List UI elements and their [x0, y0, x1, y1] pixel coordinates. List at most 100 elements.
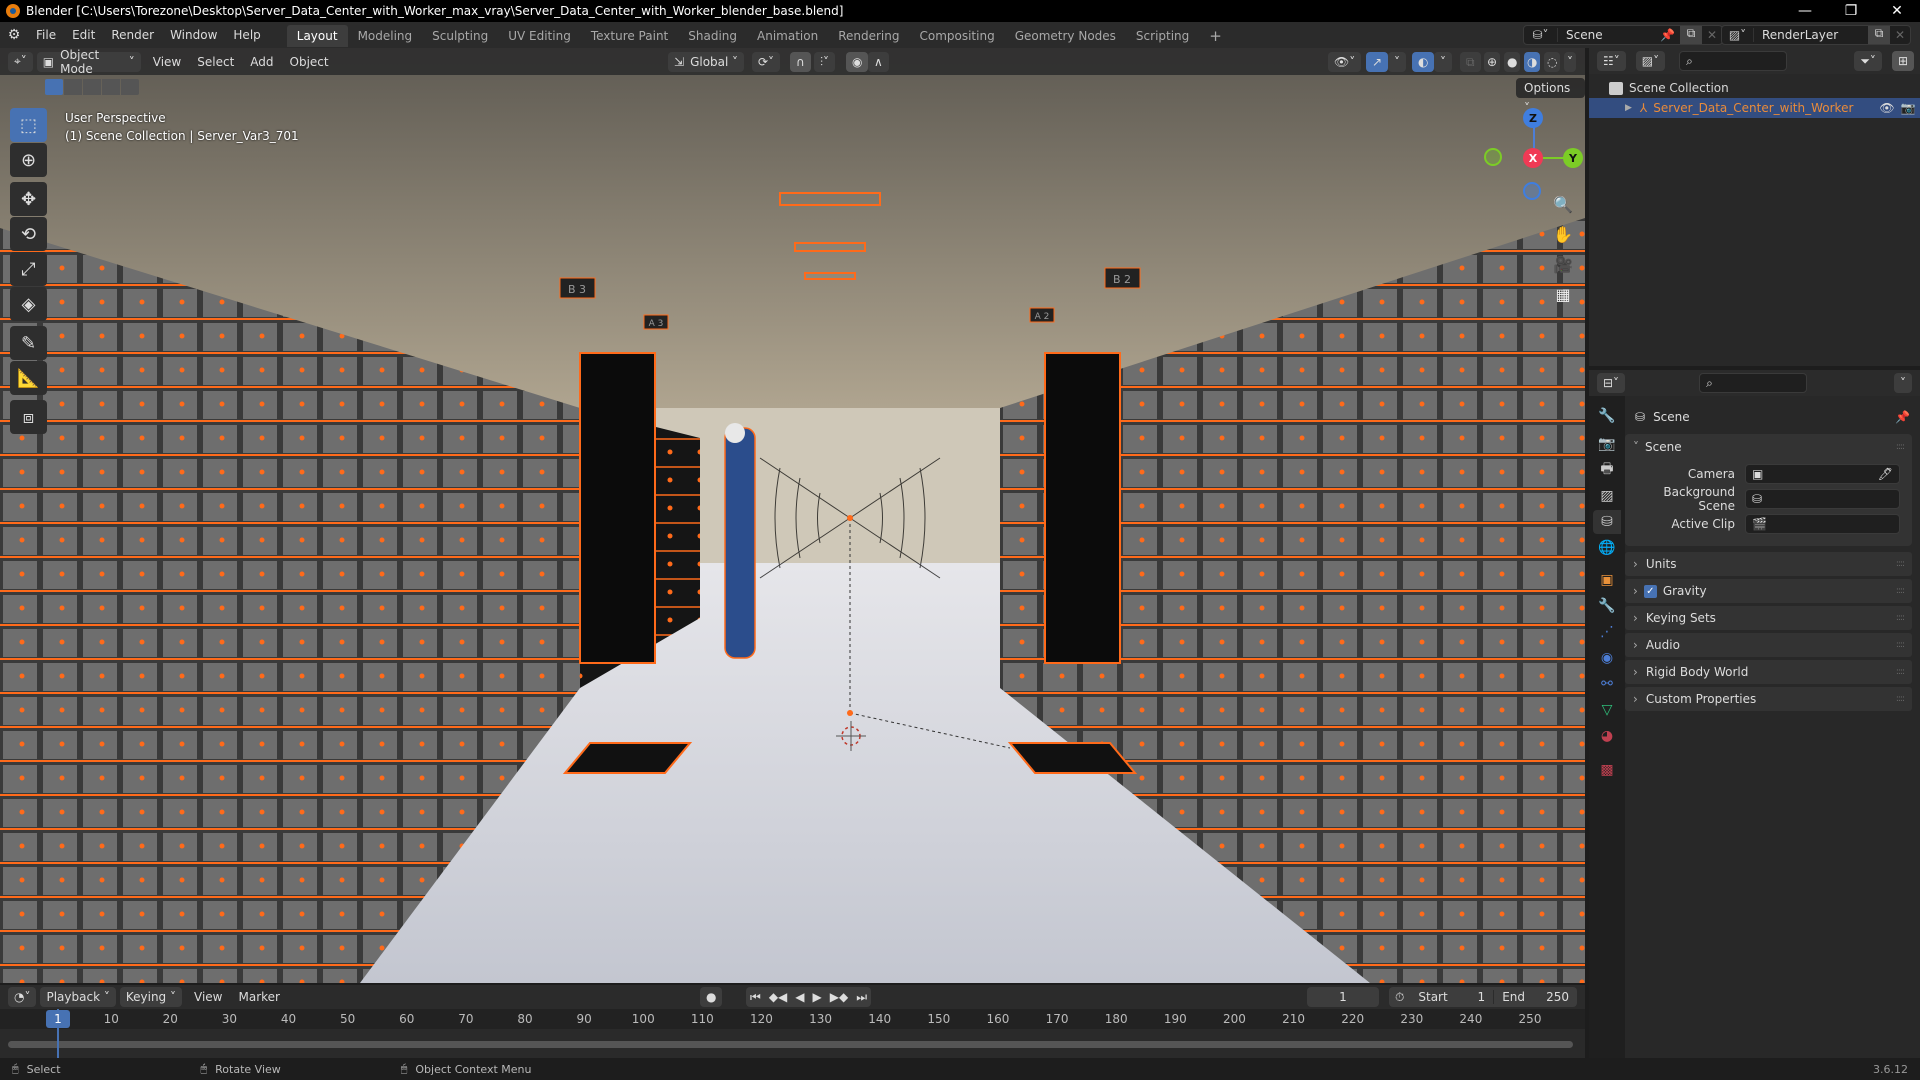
overlays-toggle[interactable]: ◐ [1412, 52, 1435, 72]
shading-rendered[interactable]: ◌ [1544, 52, 1561, 72]
blender-menu-icon[interactable]: ⚙ [0, 27, 28, 43]
panel-units[interactable]: › Units:::: [1625, 552, 1912, 576]
new-collection-button[interactable]: ⊞ [1891, 51, 1914, 71]
outliner-row-server-data-center[interactable]: ▶ ⅄ Server_Data_Center_with_Worker 👁 📷 [1589, 98, 1920, 118]
timeline-menu-marker[interactable]: Marker [230, 990, 287, 1004]
select-subtract-icon[interactable] [83, 79, 101, 95]
properties-editor-type-button[interactable]: ⊟˅ [1597, 373, 1626, 393]
workspace-tab-uv-editing[interactable]: UV Editing [498, 25, 581, 47]
workspace-tab-layout[interactable]: Layout [286, 25, 348, 47]
tool-scale[interactable]: ⤢ [10, 252, 47, 286]
viewport-menu-select[interactable]: Select [189, 55, 242, 69]
tool-transform[interactable]: ◈ [10, 287, 47, 321]
pin-icon[interactable]: 📌 [1660, 28, 1680, 42]
drag-grip-icon[interactable]: :::: [1896, 667, 1905, 677]
eyedropper-icon[interactable]: 🖊 [1878, 467, 1893, 481]
gravity-checkbox[interactable]: ✓ [1643, 584, 1657, 598]
proportional-edit-toggle[interactable]: ◉ [846, 52, 869, 72]
timeline-menu-view[interactable]: View [186, 990, 230, 1004]
new-scene-icon[interactable]: ⧉ [1680, 26, 1702, 44]
play-icon[interactable]: ▶ [809, 990, 826, 1004]
filter-button[interactable]: ⏷˅ [1854, 51, 1882, 71]
auto-keying-toggle[interactable]: ● [700, 987, 723, 1007]
tool-cursor[interactable]: ⊕ [10, 143, 47, 177]
keying-menu[interactable]: Keying ˅ [119, 987, 182, 1007]
jump-prev-keyframe-icon[interactable]: ◆◀ [765, 990, 791, 1004]
shading-material-preview[interactable]: ◑ [1524, 52, 1541, 72]
viewport-menu-add[interactable]: Add [242, 55, 281, 69]
select-new-icon[interactable] [45, 79, 63, 95]
outliner-row-scene-collection[interactable]: Scene Collection [1609, 78, 1729, 98]
tool-move[interactable]: ✥ [10, 182, 47, 216]
timeline-track[interactable] [0, 1029, 1585, 1058]
menu-edit[interactable]: Edit [64, 22, 103, 48]
tab-physics[interactable]: ◉ [1593, 646, 1621, 670]
shading-dropdown[interactable]: ˅ [1564, 52, 1576, 72]
render-camera-icon[interactable]: 📷 [1901, 101, 1916, 115]
workspace-tab-shading[interactable]: Shading [678, 25, 747, 47]
mode-dropdown[interactable]: ▣ Object Mode ˅ [36, 48, 141, 76]
snap-target-button[interactable]: ⫶˅ [814, 52, 836, 72]
tab-output[interactable]: 🖶 [1593, 458, 1621, 482]
jump-start-icon[interactable]: ⏮ [746, 990, 765, 1005]
visibility-selectability-button[interactable]: 👁˅ [1328, 52, 1362, 72]
menu-help[interactable]: Help [225, 22, 268, 48]
gizmo-dropdown[interactable]: ˅ [1388, 52, 1406, 72]
gizmo-y-axis[interactable]: Y [1563, 148, 1583, 168]
panel-gravity[interactable]: › ✓ Gravity:::: [1625, 579, 1912, 603]
tab-scene[interactable]: ⛁ [1593, 510, 1621, 534]
toggle-perspective-button[interactable]: ▦ [1549, 280, 1577, 308]
options-dropdown[interactable]: Options ˅ [1516, 78, 1585, 115]
tool-annotate[interactable]: ✎ [10, 326, 47, 360]
gizmo-z-axis[interactable]: Z [1523, 108, 1543, 128]
menu-file[interactable]: File [28, 22, 64, 48]
tab-world[interactable]: 🌐 [1593, 536, 1621, 560]
expand-arrow-icon[interactable]: ▶ [1625, 103, 1632, 113]
workspace-tab-scripting[interactable]: Scripting [1126, 25, 1199, 47]
close-window-button[interactable]: ✕ [1874, 0, 1920, 22]
select-intersect-icon[interactable] [121, 79, 139, 95]
timeline-editor-type-button[interactable]: ◔˅ [8, 987, 37, 1007]
select-extend-icon[interactable] [64, 79, 82, 95]
timeline-scrollbar[interactable] [8, 1041, 1573, 1048]
tab-modifiers[interactable]: 🔧 [1593, 594, 1621, 618]
drag-grip-icon[interactable]: :::: [1896, 640, 1905, 650]
camera-view-button[interactable]: 🎥 [1549, 250, 1577, 278]
tab-render[interactable]: 📷 [1593, 432, 1621, 456]
panel-audio[interactable]: › Audio:::: [1625, 633, 1912, 657]
drag-grip-icon[interactable]: :::: [1896, 559, 1905, 569]
minimize-button[interactable]: — [1782, 0, 1828, 22]
tab-constraints[interactable]: ⚯ [1593, 672, 1621, 696]
camera-field[interactable]: ▣ 🖊 [1745, 464, 1900, 484]
viewport-menu-view[interactable]: View [145, 55, 189, 69]
gizmo-x-axis[interactable]: X [1523, 148, 1543, 168]
tab-particles[interactable]: ⋰ [1593, 620, 1621, 644]
workspace-tab-compositing[interactable]: Compositing [909, 25, 1004, 47]
xray-toggle[interactable]: ⧉ [1460, 52, 1481, 72]
properties-search[interactable]: ⌕ [1699, 373, 1808, 393]
add-workspace-button[interactable]: + [1199, 25, 1232, 47]
gizmo-toggle[interactable]: ↗ [1366, 52, 1389, 72]
navigation-gizmo[interactable]: Z X Y [1484, 108, 1583, 200]
transform-orientation-dropdown[interactable]: ⇲ Global ˅ [668, 52, 744, 72]
play-reverse-icon[interactable]: ◀ [791, 990, 808, 1004]
display-mode-button[interactable]: ▨˅ [1635, 51, 1666, 71]
drag-grip-icon[interactable]: :::: [1896, 613, 1905, 623]
tab-object[interactable]: ▣ [1593, 568, 1621, 592]
visibility-eye-icon[interactable]: 👁 [1879, 101, 1894, 115]
outliner-search[interactable]: ⌕ [1679, 51, 1788, 71]
workspace-tab-rendering[interactable]: Rendering [828, 25, 909, 47]
drag-grip-icon[interactable]: :::: [1896, 694, 1905, 704]
tool-rotate[interactable]: ⟲ [10, 217, 47, 251]
playback-menu[interactable]: Playback ˅ [40, 987, 116, 1007]
scene-selector[interactable]: ⛁˅ Scene 📌 ⧉ ✕ [1523, 25, 1723, 45]
viewport-menu-object[interactable]: Object [282, 55, 337, 69]
zoom-view-button[interactable]: 🔍 [1549, 190, 1577, 218]
timeline-ruler[interactable]: 10 20 30 40 50 60 70 80 90 100 110 120 130 140 150 160 1… [0, 1009, 1585, 1029]
workspace-tab-modeling[interactable]: Modeling [348, 25, 423, 47]
overlays-dropdown[interactable]: ˅ [1434, 52, 1452, 72]
view-layer-selector[interactable]: ▨˅ RenderLayer ⧉ ✕ [1721, 25, 1911, 45]
playhead-frame-indicator[interactable]: 1 [46, 1010, 70, 1028]
jump-end-icon[interactable]: ⏭ [852, 990, 871, 1005]
shading-wireframe[interactable]: ⊕ [1484, 52, 1501, 72]
